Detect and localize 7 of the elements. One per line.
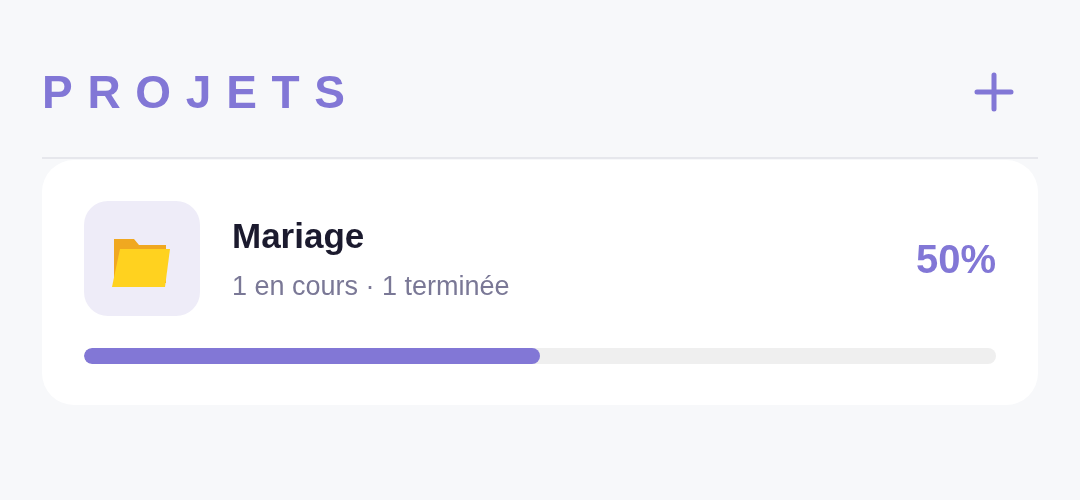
section-title: PROJETS [42,69,360,115]
project-name: Mariage [232,214,366,257]
project-summary: 1 en cours · 1 terminée [232,269,511,303]
progress-percent: 50% [915,235,996,283]
project-card[interactable]: Mariage 1 en cours · 1 terminée 50% [42,160,1038,405]
add-icon[interactable] [972,70,1016,114]
folder-icon [84,201,200,316]
